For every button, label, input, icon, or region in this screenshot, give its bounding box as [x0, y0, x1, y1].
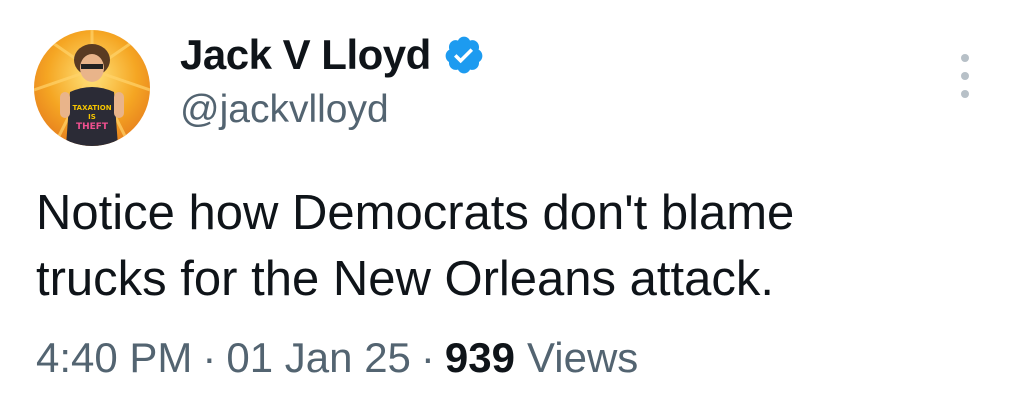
more-dot: [961, 54, 969, 62]
views-count[interactable]: 939: [445, 334, 515, 382]
tweet-date[interactable]: 01 Jan 25: [226, 334, 411, 382]
svg-text:THEFT: THEFT: [76, 122, 109, 132]
author-handle[interactable]: @jackvlloyd: [180, 88, 389, 132]
tweet-metadata: 4:40 PM · 01 Jan 25 · 939 Views: [36, 334, 638, 382]
meta-separator: ·: [420, 334, 435, 381]
avatar-image: TAXATION IS THEFT: [34, 30, 150, 146]
verified-badge-icon[interactable]: [443, 34, 485, 76]
svg-text:IS: IS: [88, 113, 96, 121]
views-label[interactable]: Views: [527, 334, 638, 382]
author-name-row: Jack V Lloyd: [180, 30, 485, 80]
meta-separator: ·: [202, 334, 217, 381]
more-dots-vertical-icon[interactable]: [950, 54, 980, 98]
svg-text:TAXATION: TAXATION: [72, 104, 111, 112]
tweet-text: Notice how Democrats don't blame trucks …: [36, 186, 795, 306]
author-avatar[interactable]: TAXATION IS THEFT: [34, 30, 150, 146]
more-dot: [961, 72, 969, 80]
tweet-time[interactable]: 4:40 PM: [36, 334, 192, 382]
author-display-name[interactable]: Jack V Lloyd: [180, 31, 431, 79]
tweet-card: TAXATION IS THEFT Jack V Lloyd @jackvllo…: [0, 0, 1022, 407]
more-dot: [961, 90, 969, 98]
